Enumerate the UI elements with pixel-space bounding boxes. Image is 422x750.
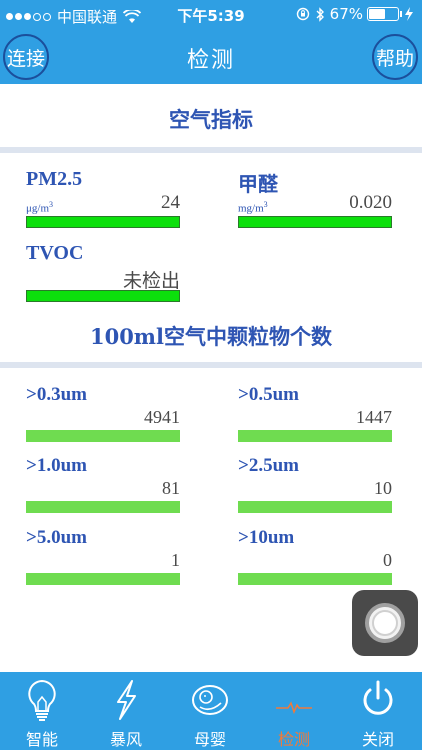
metric-name: PM2.5: [26, 168, 83, 190]
particle-50-item: >5.0um 1: [26, 527, 180, 585]
particle-size-label: >0.3um: [26, 384, 87, 405]
particle-10-item: >1.0um 81: [26, 455, 180, 513]
formaldehyde-metric: 甲醛 mg/m3 0.020: [238, 168, 392, 228]
status-right-group: 67%: [296, 5, 414, 23]
charging-icon: [405, 7, 413, 21]
particle-count: 0: [383, 550, 392, 570]
tab-bar: 智能 暴风 母婴 检测 关闭: [0, 672, 422, 750]
particle-03-item: >0.3um 4941: [26, 384, 180, 442]
particle-bar: [26, 501, 180, 513]
particle-100-item: >10um 0: [238, 527, 392, 585]
particle-size-label: >0.5um: [238, 384, 299, 405]
power-icon: [363, 680, 393, 715]
particle-25-item: >2.5um 10: [238, 455, 392, 513]
particle-size-label: >1.0um: [26, 455, 87, 476]
metric-bar: [238, 216, 392, 228]
tab-label: 暴风: [109, 730, 142, 749]
particle-bar: [238, 573, 392, 585]
tab-detect[interactable]: 检测: [252, 672, 336, 750]
battery-icon: [367, 7, 402, 21]
tab-label: 检测: [277, 730, 310, 749]
particle-05-item: >0.5um 1447: [238, 384, 392, 442]
particle-bar: [238, 501, 392, 513]
lightning-icon: [117, 680, 136, 720]
particle-count: 81: [162, 478, 180, 498]
metric-value: 24: [161, 192, 180, 213]
particle-bar: [238, 430, 392, 442]
particle-count: 1447: [356, 407, 392, 427]
pulse-icon: [276, 701, 312, 715]
particle-size-label: >2.5um: [238, 455, 299, 476]
metric-unit: μg/m3: [26, 200, 54, 215]
tvoc-metric: TVOC 未检出: [26, 242, 180, 302]
particle-count: 1: [171, 550, 180, 570]
assistive-touch-button[interactable]: [352, 590, 418, 656]
assistive-touch-icon: [365, 603, 405, 643]
tab-storm[interactable]: 暴风: [84, 672, 168, 750]
section-divider: [0, 362, 422, 368]
metric-value: 0.020: [349, 192, 392, 213]
particle-bar: [26, 573, 180, 585]
tab-label: 母婴: [193, 730, 226, 749]
status-bar: 中国联通 下午5:39 67%: [0, 0, 422, 30]
tab-smart[interactable]: 智能: [0, 672, 84, 750]
particle-size-label: >10um: [238, 527, 295, 548]
tab-power[interactable]: 关闭: [336, 672, 420, 750]
air-section-title: 空气指标: [169, 107, 253, 132]
particle-count: 10: [374, 478, 392, 498]
metric-name: TVOC: [26, 242, 84, 264]
bluetooth-icon: [316, 6, 324, 22]
metric-name: 甲醛: [238, 174, 278, 196]
pm25-metric: PM2.5 μg/m3 24: [26, 168, 180, 228]
particle-count: 4941: [144, 407, 180, 427]
tab-label: 智能: [25, 730, 58, 749]
particle-section-title: 100ml空气中颗粒物个数: [89, 324, 333, 349]
navigation-bar: 连接 检测 帮助: [0, 30, 422, 84]
help-button[interactable]: 帮助: [372, 34, 418, 80]
section-divider: [0, 147, 422, 153]
metric-bar: [26, 290, 180, 302]
baby-icon: [192, 685, 228, 715]
battery-percent: 67%: [329, 5, 363, 23]
page-title: 检测: [186, 48, 235, 73]
particle-bar: [26, 430, 180, 442]
metric-bar: [26, 216, 180, 228]
tab-baby[interactable]: 母婴: [168, 672, 252, 750]
lightbulb-icon: [28, 679, 56, 721]
metric-unit: mg/m3: [238, 200, 268, 215]
metric-value: 未检出: [122, 271, 180, 292]
particle-size-label: >5.0um: [26, 527, 87, 548]
rotation-lock-icon: [296, 7, 309, 21]
tab-label: 关闭: [361, 730, 394, 749]
